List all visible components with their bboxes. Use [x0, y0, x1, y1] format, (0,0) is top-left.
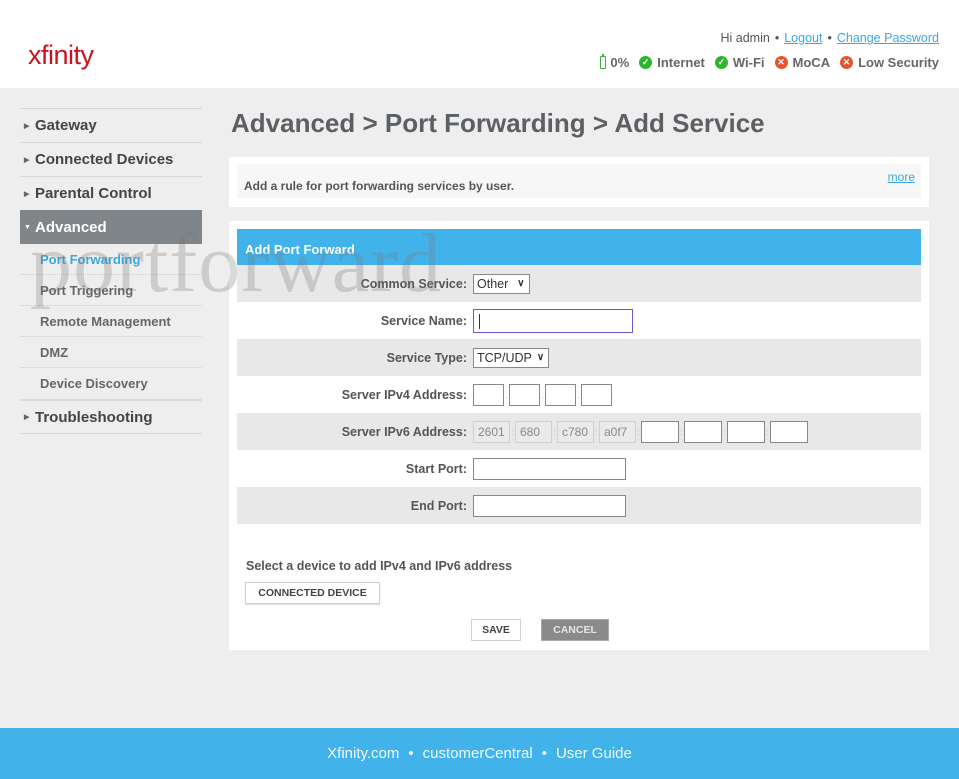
info-box: Add a rule for port forwarding services … [229, 157, 929, 207]
ipv6-segment-1-readonly: 2601 [473, 420, 510, 443]
user-links: Hi admin • Logout • Change Password [721, 31, 940, 45]
sidebar-subitem-dmz[interactable]: DMZ [20, 337, 202, 368]
footer-separator: • [541, 745, 547, 762]
sidebar-item-label: Connected Devices [35, 151, 174, 168]
check-circle-icon: ✓ [714, 56, 728, 69]
service-name-label: Service Name: [380, 313, 467, 328]
footer-separator: • [408, 745, 414, 762]
ipv4-octet-2-input[interactable] [509, 383, 540, 406]
common-service-row: Common Service: Other ∨ [237, 265, 921, 302]
common-service-select[interactable]: Other ∨ [473, 273, 530, 294]
ipv6-segment-3-readonly: c780 [557, 420, 594, 443]
service-type-select[interactable]: TCP/UDP ∨ [473, 347, 550, 368]
ipv6-row: Server IPv6 Address: 2601 : 680 : c780 :… [237, 413, 921, 450]
chevron-right-icon: ▶ [24, 414, 30, 421]
sidebar-subitem-port-triggering[interactable]: Port Triggering [20, 275, 202, 306]
text-caret [479, 313, 480, 329]
status-label: Wi-Fi [732, 55, 765, 70]
status-wifi[interactable]: ✓ Wi-Fi [714, 55, 765, 70]
sidebar: ▶ Gateway ▶ Connected Devices ▶ Parental… [20, 108, 202, 434]
greeting: Hi admin [720, 31, 770, 45]
sidebar-item-connected-devices[interactable]: ▶ Connected Devices [20, 142, 202, 176]
status-label: Low Security [858, 55, 939, 70]
select-device-note: Select a device to add IPv4 and IPv6 add… [246, 559, 513, 573]
ipv6-segment-7-input[interactable] [727, 420, 765, 443]
status-label: Internet [657, 55, 705, 70]
save-button[interactable]: SAVE [471, 619, 521, 641]
footer: Xfinity.com • customerCentral • User Gui… [0, 728, 959, 779]
sidebar-subitem-device-discovery[interactable]: Device Discovery [20, 368, 202, 399]
status-battery: 0% [600, 54, 630, 70]
service-type-row: Service Type: TCP/UDP ∨ [237, 339, 921, 376]
sidebar-item-label: Advanced [35, 219, 107, 236]
cancel-button[interactable]: CANCEL [541, 619, 609, 641]
start-port-row: Start Port: [237, 450, 921, 487]
common-service-label: Common Service: [360, 276, 467, 291]
status-label: MoCA [792, 55, 831, 70]
footer-link-xfinity[interactable]: Xfinity.com [327, 745, 399, 762]
chevron-down-icon: ∨ [536, 352, 545, 363]
sidebar-subitem-remote-management[interactable]: Remote Management [20, 306, 202, 337]
chevron-right-icon: ▶ [24, 122, 30, 130]
status-moca[interactable]: ✕ MoCA [774, 55, 831, 70]
form-header: Add Port Forward [237, 229, 921, 265]
ipv4-octet-3-input[interactable] [545, 383, 576, 406]
logout-link[interactable]: Logout [784, 31, 822, 45]
x-circle-icon: ✕ [774, 56, 788, 69]
ipv4-octet-4-input[interactable] [581, 383, 612, 406]
status-bar: 0% ✓ Internet ✓ Wi-Fi ✕ MoCA ✕ Low Secur… [600, 54, 939, 70]
battery-icon [600, 54, 607, 69]
ipv6-segment-2-readonly: 680 [515, 420, 552, 443]
chevron-down-icon: ▼ [24, 224, 31, 231]
service-name-input[interactable] [473, 308, 633, 333]
status-internet[interactable]: ✓ Internet [639, 55, 705, 70]
ipv6-segment-4-readonly: a0f7 [599, 420, 636, 443]
sidebar-item-label: Parental Control [35, 185, 152, 202]
service-type-label: Service Type: [386, 350, 467, 365]
check-circle-icon: ✓ [639, 56, 653, 69]
info-text: Add a rule for port forwarding services … [244, 179, 515, 193]
footer-link-customer-central[interactable]: customerCentral [423, 745, 533, 762]
xfinity-logo[interactable]: xfinity [28, 40, 94, 71]
sidebar-item-advanced[interactable]: ▼ Advanced [20, 210, 202, 244]
ipv4-row: Server IPv4 Address: . . . [237, 376, 921, 413]
sidebar-item-label: Troubleshooting [35, 408, 153, 426]
end-port-row: End Port: [237, 487, 921, 524]
x-circle-icon: ✕ [840, 56, 854, 69]
ipv4-octet-1-input[interactable] [473, 383, 504, 406]
sidebar-item-gateway[interactable]: ▶ Gateway [20, 108, 202, 142]
sidebar-item-label: Gateway [35, 117, 97, 134]
add-port-forward-form: Add Port Forward Common Service: Other ∨… [229, 221, 929, 650]
connected-device-button[interactable]: CONNECTED DEVICE [245, 582, 380, 604]
footer-link-user-guide[interactable]: User Guide [556, 745, 632, 762]
more-link[interactable]: more [888, 170, 915, 184]
ipv6-segment-8-input[interactable] [770, 420, 808, 443]
chevron-right-icon: ▶ [24, 190, 30, 198]
info-panel: Add a rule for port forwarding services … [237, 164, 921, 198]
separator-dot: • [774, 31, 780, 45]
ipv4-label: Server IPv4 Address: [341, 387, 467, 402]
chevron-down-icon: ∨ [517, 278, 525, 289]
end-port-label: End Port: [410, 498, 467, 513]
separator-dot: • [827, 31, 832, 45]
start-port-input[interactable] [473, 457, 626, 480]
ipv6-segment-5-input[interactable] [641, 420, 679, 443]
header: xfinity Hi admin • Logout • Change Password … [0, 0, 959, 88]
sidebar-subitem-port-forwarding[interactable]: Port Forwarding [20, 244, 202, 275]
ipv6-segment-6-input[interactable] [684, 420, 722, 443]
sidebar-item-parental-control[interactable]: ▶ Parental Control [20, 176, 202, 210]
status-label: 0% [610, 55, 630, 70]
chevron-right-icon: ▶ [24, 156, 30, 164]
status-security[interactable]: ✕ Low Security [840, 55, 939, 70]
start-port-label: Start Port: [405, 461, 467, 476]
change-password-link[interactable]: Change Password [837, 31, 939, 45]
sidebar-item-troubleshooting[interactable]: ▶ Troubleshooting [20, 399, 202, 433]
ipv6-label: Server IPv6 Address: [341, 424, 467, 439]
page-title: Advanced > Port Forwarding > Add Service [231, 108, 765, 138]
sidebar-divider [20, 433, 202, 434]
selected-value: TCP/UDP [477, 350, 532, 365]
selected-value: Other [477, 276, 509, 291]
service-name-row: Service Name: [237, 302, 921, 339]
end-port-input[interactable] [473, 494, 626, 517]
